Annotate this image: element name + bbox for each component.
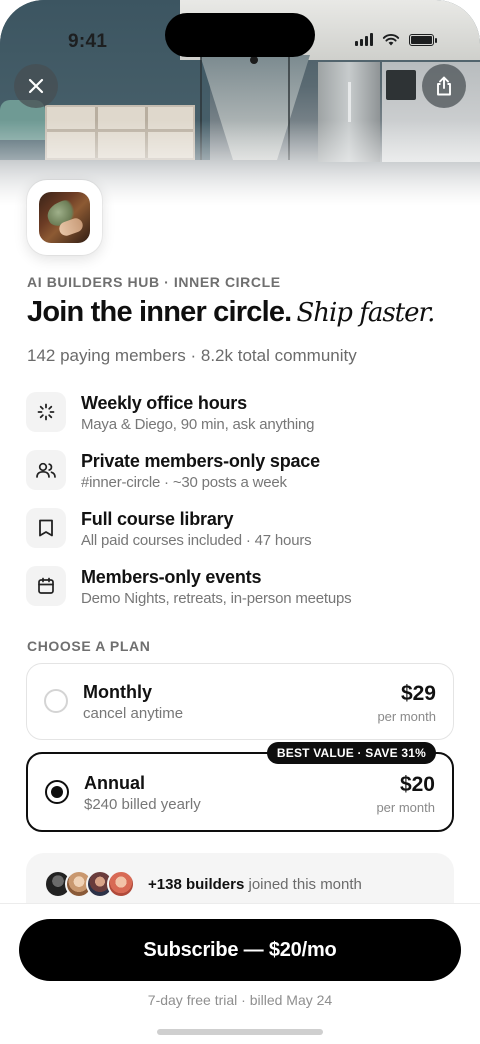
plan-name: Monthly [83, 682, 152, 702]
feature-title: Members-only events [81, 567, 262, 587]
social-proof-count: +138 builders [148, 876, 245, 893]
member-count: 142 paying members · 8.2k total communit… [27, 346, 357, 365]
share-icon [437, 76, 451, 96]
feature-item: Members-only events Demo Nights, retreat… [26, 564, 456, 622]
home-indicator[interactable] [157, 1029, 323, 1035]
signal-icon [355, 33, 373, 46]
status-icons [355, 33, 437, 46]
plan-option-annual[interactable]: BEST VALUE · SAVE 31% Annual $240 billed… [26, 742, 454, 832]
subscribe-button[interactable]: Subscribe — $20/mo [19, 919, 461, 981]
users-icon [26, 450, 66, 490]
plan-name: Annual [84, 773, 145, 793]
feature-subtitle: Demo Nights, retreats, in-person meetups [81, 590, 352, 607]
sparkle-icon [26, 392, 66, 432]
plan-section-label: CHOOSE A PLAN [27, 638, 151, 654]
status-time: 9:41 [68, 31, 108, 52]
feature-item: Private members-only space #inner-circle… [26, 448, 456, 506]
feature-item: Weekly office hours Maya & Diego, 90 min… [26, 390, 456, 448]
feature-subtitle: Maya & Diego, 90 min, ask anything [81, 416, 315, 433]
feature-title: Private members-only space [81, 451, 320, 471]
share-button[interactable] [422, 64, 466, 108]
radio-selected[interactable] [45, 780, 69, 804]
plan-note: $240 billed yearly [84, 796, 201, 813]
footer-bar: Subscribe — $20/mo 7-day free trial · bi… [0, 903, 480, 1044]
plan-period: per month [376, 800, 435, 815]
feature-item: Full course library All paid courses inc… [26, 506, 456, 564]
feature-subtitle: #inner-circle · ~30 posts a week [81, 474, 287, 491]
trial-fine-print: 7-day free trial · billed May 24 [147, 992, 333, 1008]
headline-bold: Join the inner circle. [27, 296, 292, 328]
close-icon [28, 78, 44, 94]
social-proof-text: +138 builders joined this month [148, 876, 362, 893]
calendar-icon [26, 566, 66, 606]
plan-price: $29 [400, 682, 436, 705]
feature-title: Weekly office hours [81, 393, 247, 413]
community-eyebrow: AI BUILDERS HUB · INNER CIRCLE [27, 274, 281, 290]
avatar [107, 870, 135, 898]
feature-list: Weekly office hours Maya & Diego, 90 min… [26, 390, 456, 622]
community-artwork [39, 192, 90, 243]
radio-unselected[interactable] [44, 689, 68, 713]
plan-note: cancel anytime [83, 705, 184, 722]
dynamic-island [165, 13, 315, 57]
book-icon [26, 508, 66, 548]
plan-price: $20 [399, 773, 435, 796]
plan-period: per month [377, 709, 436, 724]
wifi-icon [382, 34, 400, 46]
best-value-badge: BEST VALUE · SAVE 31% [266, 742, 436, 764]
community-icon [27, 180, 102, 255]
feature-subtitle: All paid courses included · 47 hours [81, 532, 312, 549]
battery-icon [409, 33, 437, 46]
close-button[interactable] [14, 64, 58, 108]
feature-title: Full course library [81, 509, 234, 529]
headline-script: Ship faster. [296, 298, 435, 328]
page-title: Join the inner circle. Ship faster. [27, 296, 435, 329]
paywall-screen: 9:41 AI BUILDERS HUB · INNER CIRCLE Join… [0, 0, 480, 1044]
plan-option-monthly[interactable]: Monthly cancel anytime $29 per month [26, 663, 454, 740]
social-proof-rest: joined this month [244, 876, 362, 893]
avatar-stack [44, 870, 135, 898]
